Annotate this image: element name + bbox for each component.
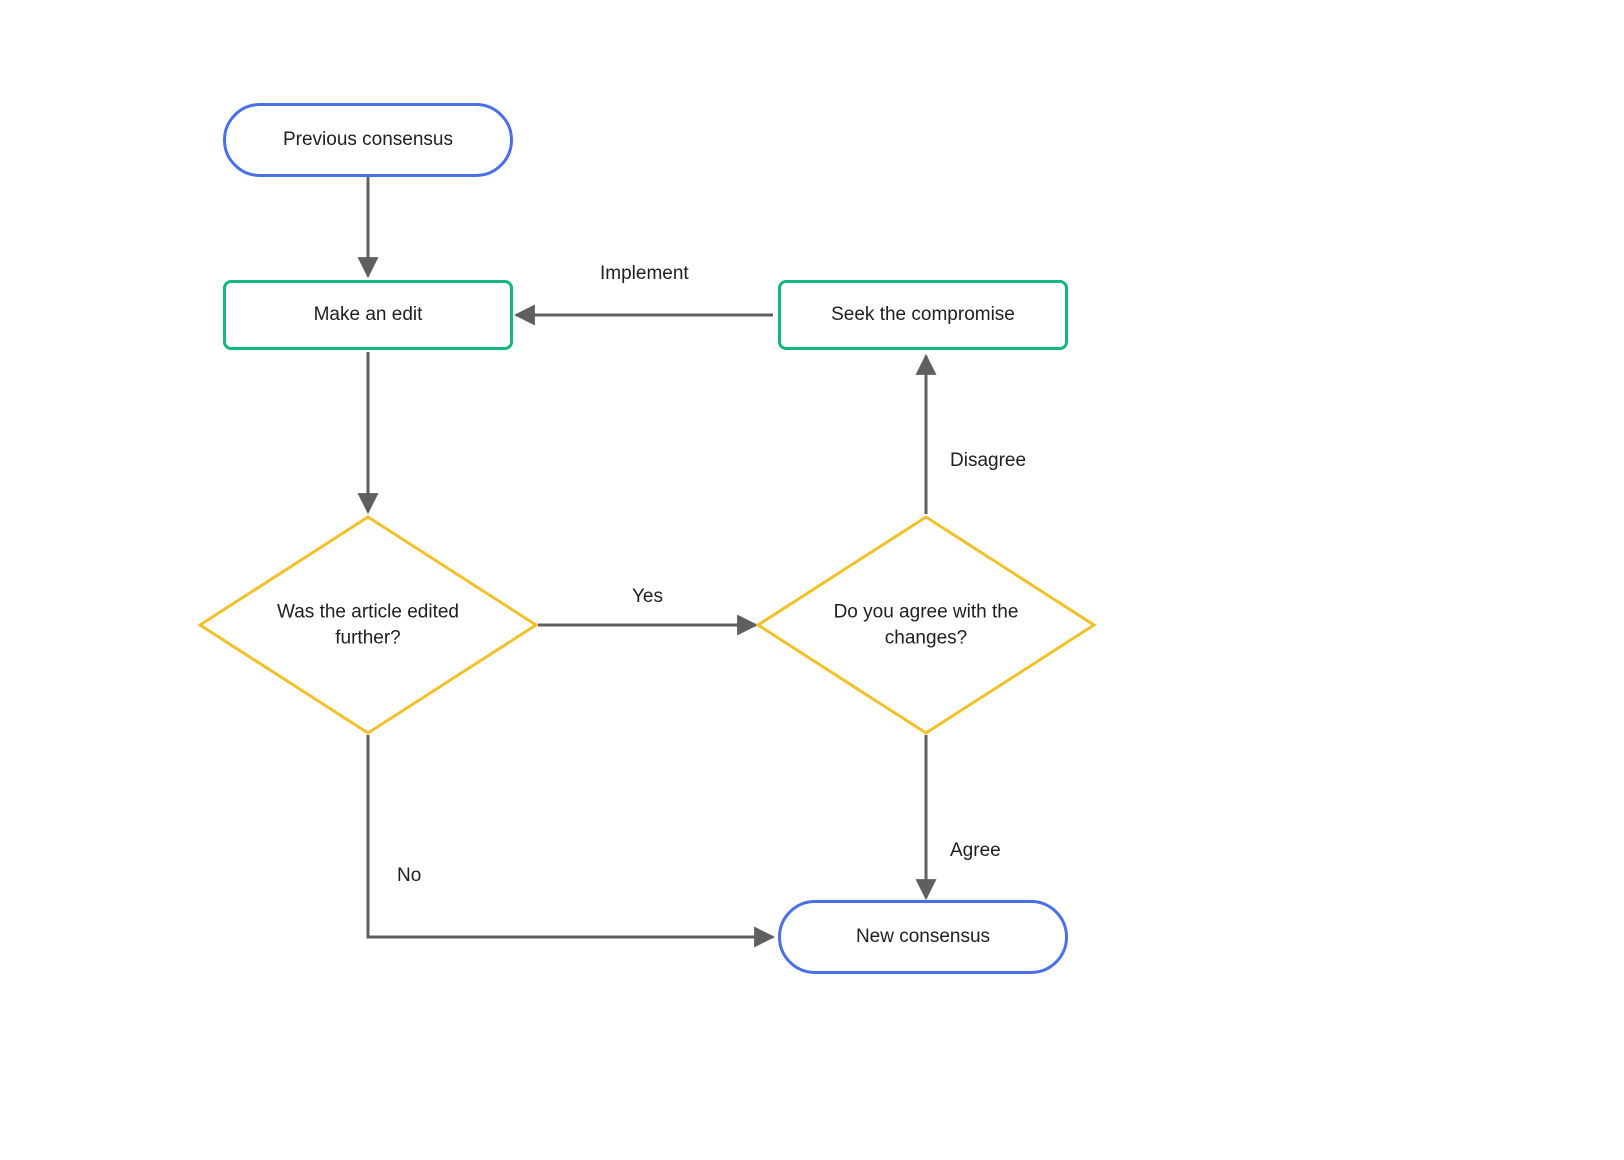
label-previous-consensus: Previous consensus (283, 127, 453, 153)
label-seek-compromise: Seek the compromise (831, 302, 1015, 328)
node-agree-changes: Do you agree with the changes? (756, 515, 1096, 735)
label-agree-changes: Do you agree with the changes? (807, 599, 1045, 650)
flowchart-canvas: Previous consensus Make an edit Seek the… (0, 0, 1624, 1160)
label-new-consensus: New consensus (856, 924, 990, 950)
label-was-edited: Was the article edited further? (249, 599, 487, 650)
node-make-edit: Make an edit (223, 280, 513, 350)
node-previous-consensus: Previous consensus (223, 103, 513, 177)
label-make-edit: Make an edit (314, 302, 423, 328)
node-was-edited: Was the article edited further? (198, 515, 538, 735)
edge-label-no: No (395, 865, 423, 887)
edge-wasedited-to-end (368, 735, 773, 937)
node-new-consensus: New consensus (778, 900, 1068, 974)
node-seek-compromise: Seek the compromise (778, 280, 1068, 350)
edge-label-implement: Implement (598, 263, 691, 285)
edge-label-yes: Yes (630, 586, 665, 608)
edge-label-agree: Agree (948, 840, 1003, 862)
edge-label-disagree: Disagree (948, 450, 1028, 472)
